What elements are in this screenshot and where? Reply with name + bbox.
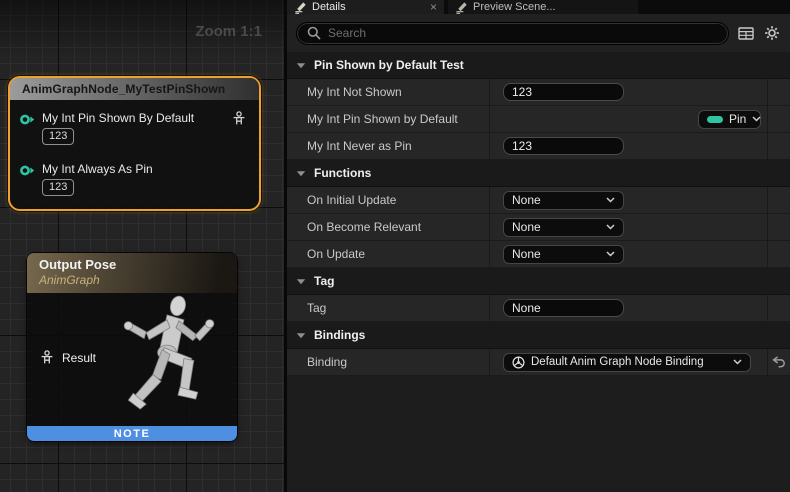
pose-output-pin-icon[interactable] (232, 111, 246, 126)
property-row: My Int Never as Pin (287, 133, 790, 160)
pin-row: My Int Always As Pin 123 (19, 162, 259, 196)
pin-default-value-box[interactable]: 123 (42, 128, 74, 145)
int-pin-icon[interactable] (19, 113, 36, 126)
property-row: My Int Pin Shown by Default Pin (287, 106, 790, 133)
property-row: On Initial Update None (287, 187, 790, 214)
details-toolbar (287, 14, 790, 52)
collapse-arrow-icon[interactable] (296, 332, 306, 339)
node-subtitle: AnimGraph (39, 273, 237, 288)
search-input[interactable] (328, 26, 718, 40)
tab-preview-scene[interactable]: Preview Scene... (448, 0, 638, 14)
property-rows: Pin Shown by Default Test My Int Not Sho… (287, 52, 790, 376)
tab-label: Details (312, 1, 346, 13)
tag-input[interactable] (503, 299, 624, 317)
property-label: My Int Never as Pin (287, 133, 490, 159)
property-row: On Update None (287, 241, 790, 268)
settings-button[interactable] (763, 24, 781, 42)
section-title: Tag (314, 274, 334, 288)
table-grid-icon (738, 27, 754, 40)
collapse-arrow-icon[interactable] (296, 62, 306, 69)
property-label: On Update (287, 241, 490, 267)
chevron-down-icon (733, 359, 742, 365)
display-filter-button[interactable] (737, 24, 755, 42)
search-icon (307, 26, 321, 40)
property-row: Tag (287, 295, 790, 322)
int-pin-icon[interactable] (19, 164, 36, 177)
chevron-down-icon (606, 197, 615, 203)
section-header-functions[interactable]: Functions (287, 160, 790, 187)
note-text: NOTE (114, 428, 151, 440)
collapse-arrow-icon[interactable] (296, 170, 306, 177)
note-banner[interactable]: NOTE (27, 426, 237, 441)
property-label: Tag (287, 295, 490, 321)
section-title: Functions (314, 166, 371, 180)
dropdown-value: Pin (729, 112, 746, 126)
result-pin-row[interactable]: Result (40, 350, 96, 365)
chevron-down-icon (606, 224, 615, 230)
dropdown-value: None (512, 247, 541, 261)
details-tab-icon (294, 1, 307, 14)
pin-default-value-box[interactable]: 123 (42, 179, 74, 196)
dropdown-value: Default Anim Graph Node Binding (531, 356, 704, 368)
property-label: On Become Relevant (287, 214, 490, 240)
property-label: Binding (287, 349, 490, 375)
tab-details[interactable]: Details × (287, 0, 444, 14)
dropdown-value: None (512, 220, 541, 234)
binding-class-icon (512, 356, 525, 369)
node-title[interactable]: AnimGraphNode_MyTestPinShown (10, 78, 259, 100)
property-row: My Int Not Shown (287, 79, 790, 106)
property-label: My Int Not Shown (287, 79, 490, 105)
result-pin-label: Result (62, 351, 96, 365)
pose-pin-icon[interactable] (40, 350, 54, 365)
property-label: On Initial Update (287, 187, 490, 213)
on-initial-update-dropdown[interactable]: None (503, 191, 624, 210)
reset-to-default-icon[interactable] (772, 356, 786, 368)
property-label: My Int Pin Shown by Default (287, 106, 490, 132)
section-header-bindings[interactable]: Bindings (287, 322, 790, 349)
node-title-bar[interactable]: Output Pose AnimGraph (27, 253, 237, 293)
running-mannequin-image (105, 293, 235, 427)
pin-row: My Int Pin Shown By Default 123 (19, 111, 259, 145)
preview-scene-tab-icon (455, 1, 468, 14)
collapse-arrow-icon[interactable] (296, 278, 306, 285)
unreal-anim-blueprint-editor: Zoom 1:1 AnimGraphNode_MyTestPinShown My… (0, 0, 790, 492)
graph-canvas[interactable]: Zoom 1:1 AnimGraphNode_MyTestPinShown My… (0, 0, 284, 492)
output-pose-node[interactable]: Output Pose AnimGraph (27, 253, 237, 441)
search-box[interactable] (296, 22, 729, 45)
details-panel: Details × Preview Scene... (287, 0, 790, 492)
section-header-tag[interactable]: Tag (287, 268, 790, 295)
pin-label: My Int Pin Shown By Default (42, 111, 194, 125)
section-title: Bindings (314, 328, 365, 342)
chevron-down-icon (606, 251, 615, 257)
property-row: Binding Default Anim Graph Node Binding (287, 349, 790, 376)
property-row: On Become Relevant None (287, 214, 790, 241)
details-empty-area (287, 376, 790, 492)
gear-icon (764, 25, 780, 41)
on-become-relevant-dropdown[interactable]: None (503, 218, 624, 237)
section-header-pin-shown[interactable]: Pin Shown by Default Test (287, 52, 790, 79)
my-int-never-as-pin-input[interactable] (503, 137, 624, 155)
pin-mode-dropdown[interactable]: Pin (698, 110, 761, 129)
section-title: Pin Shown by Default Test (314, 58, 464, 72)
zoom-indicator: Zoom 1:1 (195, 23, 262, 40)
tab-bar: Details × Preview Scene... (287, 0, 790, 14)
binding-dropdown[interactable]: Default Anim Graph Node Binding (503, 353, 751, 372)
anim-graph-test-node[interactable]: AnimGraphNode_MyTestPinShown My Int Pin … (8, 76, 261, 211)
dropdown-value: None (512, 193, 541, 207)
my-int-not-shown-input[interactable] (503, 83, 624, 101)
node-title: Output Pose (39, 257, 237, 273)
pin-capsule-icon (707, 116, 723, 123)
chevron-down-icon (752, 116, 761, 122)
close-icon[interactable]: × (430, 2, 437, 12)
pin-label: My Int Always As Pin (42, 162, 153, 176)
on-update-dropdown[interactable]: None (503, 245, 624, 264)
tab-label: Preview Scene... (473, 1, 556, 13)
